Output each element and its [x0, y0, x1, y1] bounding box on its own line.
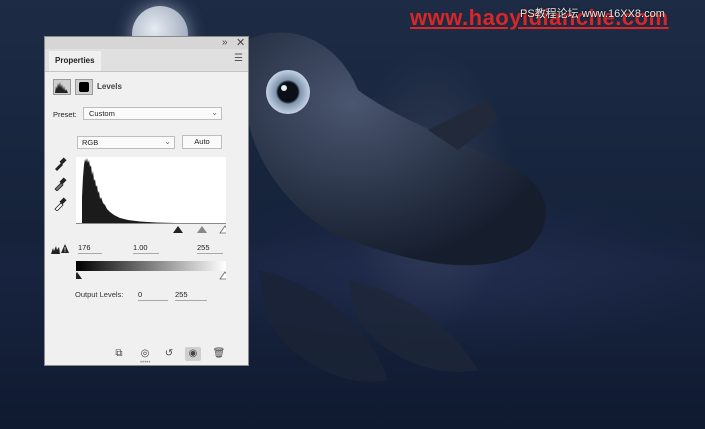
input-level-sliders[interactable] — [76, 224, 226, 235]
levels-adjustment-icon[interactable] — [53, 79, 71, 95]
preset-label: Preset: — [53, 110, 77, 119]
black-point-eyedropper-icon[interactable] — [53, 157, 67, 171]
output-levels-label: Output Levels: — [75, 290, 124, 299]
gray-point-eyedropper-icon[interactable] — [53, 177, 67, 191]
output-black-field[interactable]: 0 — [138, 289, 168, 301]
panel-title-bar[interactable] — [45, 37, 248, 49]
white-input-slider[interactable] — [219, 225, 226, 234]
fish-image — [248, 32, 547, 382]
properties-panel: » ✕ Properties ☰ Levels Preset: Custom ⌄… — [44, 36, 249, 366]
panel-title: Levels — [97, 82, 122, 91]
output-levels-gradient — [76, 261, 226, 271]
preset-value: Custom — [89, 109, 115, 118]
preset-dropdown[interactable]: Custom ⌄ — [83, 107, 222, 120]
black-output-slider[interactable] — [76, 272, 82, 279]
channel-dropdown[interactable]: RGB ⌄ — [77, 136, 175, 149]
layer-mask-icon[interactable] — [75, 79, 93, 95]
tab-properties[interactable]: Properties — [49, 51, 101, 71]
mask-shape — [79, 82, 89, 92]
collapse-panel-icon[interactable]: » — [222, 37, 228, 49]
levels-histogram — [76, 157, 226, 224]
watermark-forum: PS教程论坛 www.16XX8.com — [520, 8, 665, 20]
chevron-down-icon: ⌄ — [164, 137, 171, 146]
clip-to-layer-icon[interactable]: ⧉ — [111, 347, 127, 361]
auto-button[interactable]: Auto — [182, 135, 222, 149]
reset-icon[interactable]: ↺ — [161, 347, 177, 361]
panel-menu-icon[interactable]: ☰ — [234, 54, 243, 64]
input-black-field[interactable]: 176 — [78, 242, 102, 254]
gamma-input-slider[interactable] — [197, 226, 207, 233]
black-input-slider[interactable] — [173, 226, 183, 233]
view-previous-state-icon[interactable]: ◎ — [137, 347, 153, 361]
chevron-down-icon: ⌄ — [211, 108, 218, 117]
delete-trash-icon[interactable]: 🗑 — [211, 347, 227, 361]
close-icon[interactable]: ✕ — [236, 37, 245, 49]
output-level-sliders[interactable] — [76, 271, 226, 282]
channel-value: RGB — [82, 138, 99, 147]
output-white-field[interactable]: 255 — [175, 289, 207, 301]
histogram-icon — [55, 82, 68, 93]
white-output-slider[interactable] — [219, 271, 226, 280]
resize-grip[interactable]: ••••• — [140, 360, 154, 366]
clipping-warning-icon[interactable] — [51, 244, 69, 254]
input-gamma-field[interactable]: 1.00 — [133, 242, 159, 254]
input-white-field[interactable]: 255 — [197, 242, 223, 254]
white-point-eyedropper-icon[interactable] — [53, 197, 67, 211]
visibility-eye-icon[interactable]: ◉ — [185, 347, 201, 361]
